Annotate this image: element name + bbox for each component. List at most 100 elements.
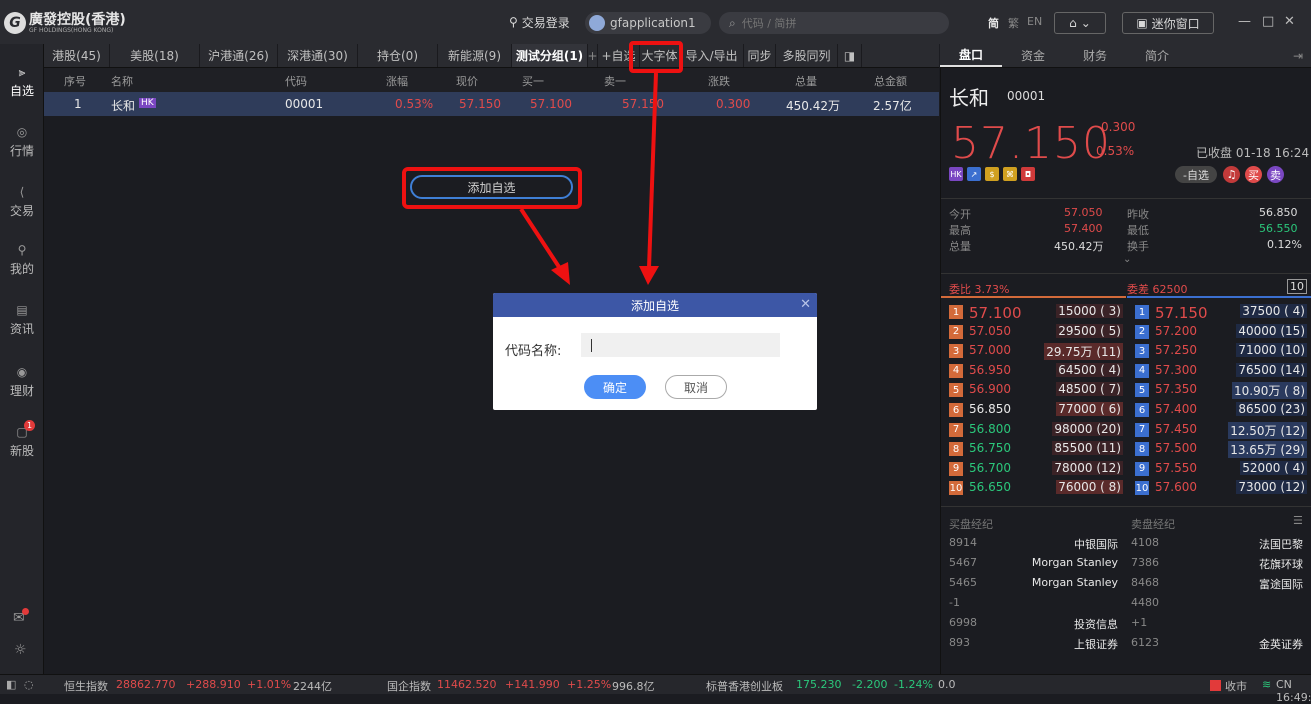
ask-qty: 86500 (23) [1236, 402, 1307, 416]
gem-turnover: 0.0 [938, 678, 956, 691]
price-change-pct: 0.53% [1096, 144, 1135, 158]
compare-icon[interactable]: ⌘ [1003, 167, 1017, 181]
stat-low: 56.550 [1259, 222, 1298, 235]
ask-row[interactable]: 1 57.150 37500 ( 4) [1127, 302, 1311, 322]
ask-row[interactable]: 10 57.600 73000 (12) [1127, 478, 1311, 498]
tab-profile[interactable]: 简介 [1126, 44, 1188, 67]
bid-row[interactable]: 2 57.050 29500 ( 5) [941, 322, 1127, 342]
alert-icon[interactable]: ◘ [1021, 167, 1035, 181]
panel-toggle-icon[interactable]: ◧ [6, 678, 16, 691]
market-status: 收市 [1225, 680, 1247, 693]
broker-name: 法国巴黎 [1259, 538, 1303, 551]
bid-row[interactable]: 4 56.950 64500 ( 4) [941, 361, 1127, 381]
gem-change: -2.200 [852, 678, 888, 691]
ask-price: 57.300 [1155, 362, 1197, 377]
bid-qty: 64500 ( 4) [1056, 362, 1123, 377]
ask-price: 57.550 [1155, 460, 1197, 475]
buy-broker-title: 买盘经纪 [949, 518, 993, 531]
bid-price: 57.050 [969, 323, 1011, 338]
arrow-head [551, 262, 570, 285]
broker-name: Morgan Stanley [1031, 576, 1118, 589]
cancel-button[interactable]: 取消 [665, 375, 727, 399]
bid-row[interactable]: 9 56.700 78000 (12) [941, 459, 1127, 479]
broker-id: 6998 [949, 616, 977, 629]
bid-row[interactable]: 1 57.100 15000 ( 3) [941, 302, 1127, 322]
stat-label: 最低 [1127, 224, 1149, 237]
bell-icon[interactable]: ♫ [1223, 166, 1240, 183]
broker-name: 上银证券 [1074, 638, 1118, 651]
broker-id: 4480 [1131, 596, 1159, 609]
ask-row[interactable]: 7 57.450 12.50万 (12) [1127, 420, 1311, 440]
ask-level: 8 [1135, 442, 1149, 457]
bid-row[interactable]: 6 56.850 77000 ( 6) [941, 400, 1127, 420]
sell-button[interactable]: 卖 [1267, 166, 1284, 183]
ask-row[interactable]: 9 57.550 52000 ( 4) [1127, 459, 1311, 479]
ask-level: 7 [1135, 422, 1149, 437]
remove-watch-button[interactable]: -自选 [1175, 166, 1217, 183]
hsi-turnover: 2244亿 [293, 680, 332, 693]
tab-capital[interactable]: 资金 [1002, 44, 1064, 67]
broker-id: 5467 [949, 556, 977, 569]
order-ratio: 委比 3.73% [949, 283, 1010, 296]
ask-row[interactable]: 8 57.500 13.65万 (29) [1127, 439, 1311, 459]
dollar-icon[interactable]: $ [985, 167, 999, 181]
tab-finance[interactable]: 财务 [1064, 44, 1126, 67]
ask-price: 57.450 [1155, 421, 1197, 436]
gem-value: 175.230 [796, 678, 842, 691]
bid-qty: 77000 ( 6) [1056, 402, 1123, 416]
bid-row[interactable]: 3 57.000 29.75万 (11) [941, 341, 1127, 361]
confirm-button[interactable]: 确定 [584, 375, 646, 399]
hsi-name: 恒生指数 [64, 680, 108, 693]
ask-price: 57.150 [1155, 304, 1208, 322]
chat-icon[interactable]: ◌ [24, 678, 34, 691]
expand-chevron-icon[interactable]: ⌄ [1123, 254, 1131, 265]
ask-qty: 73000 (12) [1236, 480, 1307, 495]
sell-broker-title: 卖盘经纪 [1131, 518, 1175, 531]
status-bar: ◧ ◌ 恒生指数 28862.770 +288.910 +1.01% 2244亿… [0, 674, 1311, 704]
ask-row[interactable]: 3 57.250 71000 (10) [1127, 341, 1311, 361]
bid-qty: 78000 (12) [1052, 460, 1123, 475]
menu-icon[interactable]: ☰ [1293, 514, 1303, 527]
ask-qty: 12.50万 (12) [1228, 421, 1307, 439]
broker-id: -1 [949, 596, 960, 609]
bid-row[interactable]: 10 56.650 76000 ( 8) [941, 478, 1127, 498]
collapse-icon[interactable]: ⇥ [1188, 44, 1311, 67]
ask-row[interactable]: 4 57.300 76500 (14) [1127, 361, 1311, 381]
bid-level: 9 [949, 461, 963, 476]
bid-row[interactable]: 5 56.900 48500 ( 7) [941, 380, 1127, 400]
ask-price: 57.500 [1155, 441, 1197, 456]
tab-orderbook[interactable]: 盘口 [940, 44, 1002, 67]
close-icon[interactable]: ✕ [800, 297, 811, 312]
buy-button[interactable]: 买 [1245, 166, 1262, 183]
text-cursor [591, 339, 592, 352]
bid-price: 56.700 [969, 460, 1011, 475]
arrow-line [647, 72, 658, 269]
stat-label: 换手 [1127, 240, 1149, 253]
ask-level: 1 [1135, 305, 1149, 319]
quote-panel: 长和 00001 57.150 0.300 0.53% 已收盘 01-18 16… [940, 68, 1311, 674]
dialog-title: 添加自选 [630, 298, 679, 313]
bid-level: 10 [949, 481, 963, 496]
stat-label: 最高 [949, 224, 971, 237]
hsi-value: 28862.770 [116, 678, 176, 691]
ask-price: 57.600 [1155, 480, 1197, 495]
bid-row[interactable]: 8 56.750 85500 (11) [941, 439, 1127, 459]
hscei-value: 11462.520 [437, 678, 497, 691]
broker-id: 893 [949, 636, 970, 649]
ask-row[interactable]: 5 57.350 10.90万 ( 8) [1127, 380, 1311, 400]
bid-price: 57.100 [969, 304, 1022, 322]
ask-row[interactable]: 6 57.400 86500 (23) [1127, 400, 1311, 420]
chart-icon[interactable]: ↗ [967, 167, 981, 181]
bid-bar [941, 296, 1126, 298]
depth-count-button[interactable]: 10 [1287, 279, 1307, 294]
ask-qty: 52000 ( 4) [1240, 460, 1307, 475]
stat-open: 57.050 [1064, 206, 1103, 219]
ask-row[interactable]: 2 57.200 40000 (15) [1127, 322, 1311, 342]
bid-level: 6 [949, 403, 963, 417]
broker-id: +1 [1131, 616, 1148, 629]
market-closed-time: 已收盘 01-18 16:24 [1196, 146, 1310, 160]
code-name-input[interactable] [581, 333, 780, 357]
broker-name: 投资信息 [1074, 618, 1118, 631]
bid-row[interactable]: 7 56.800 98000 (20) [941, 420, 1127, 440]
ask-level: 9 [1135, 461, 1149, 476]
